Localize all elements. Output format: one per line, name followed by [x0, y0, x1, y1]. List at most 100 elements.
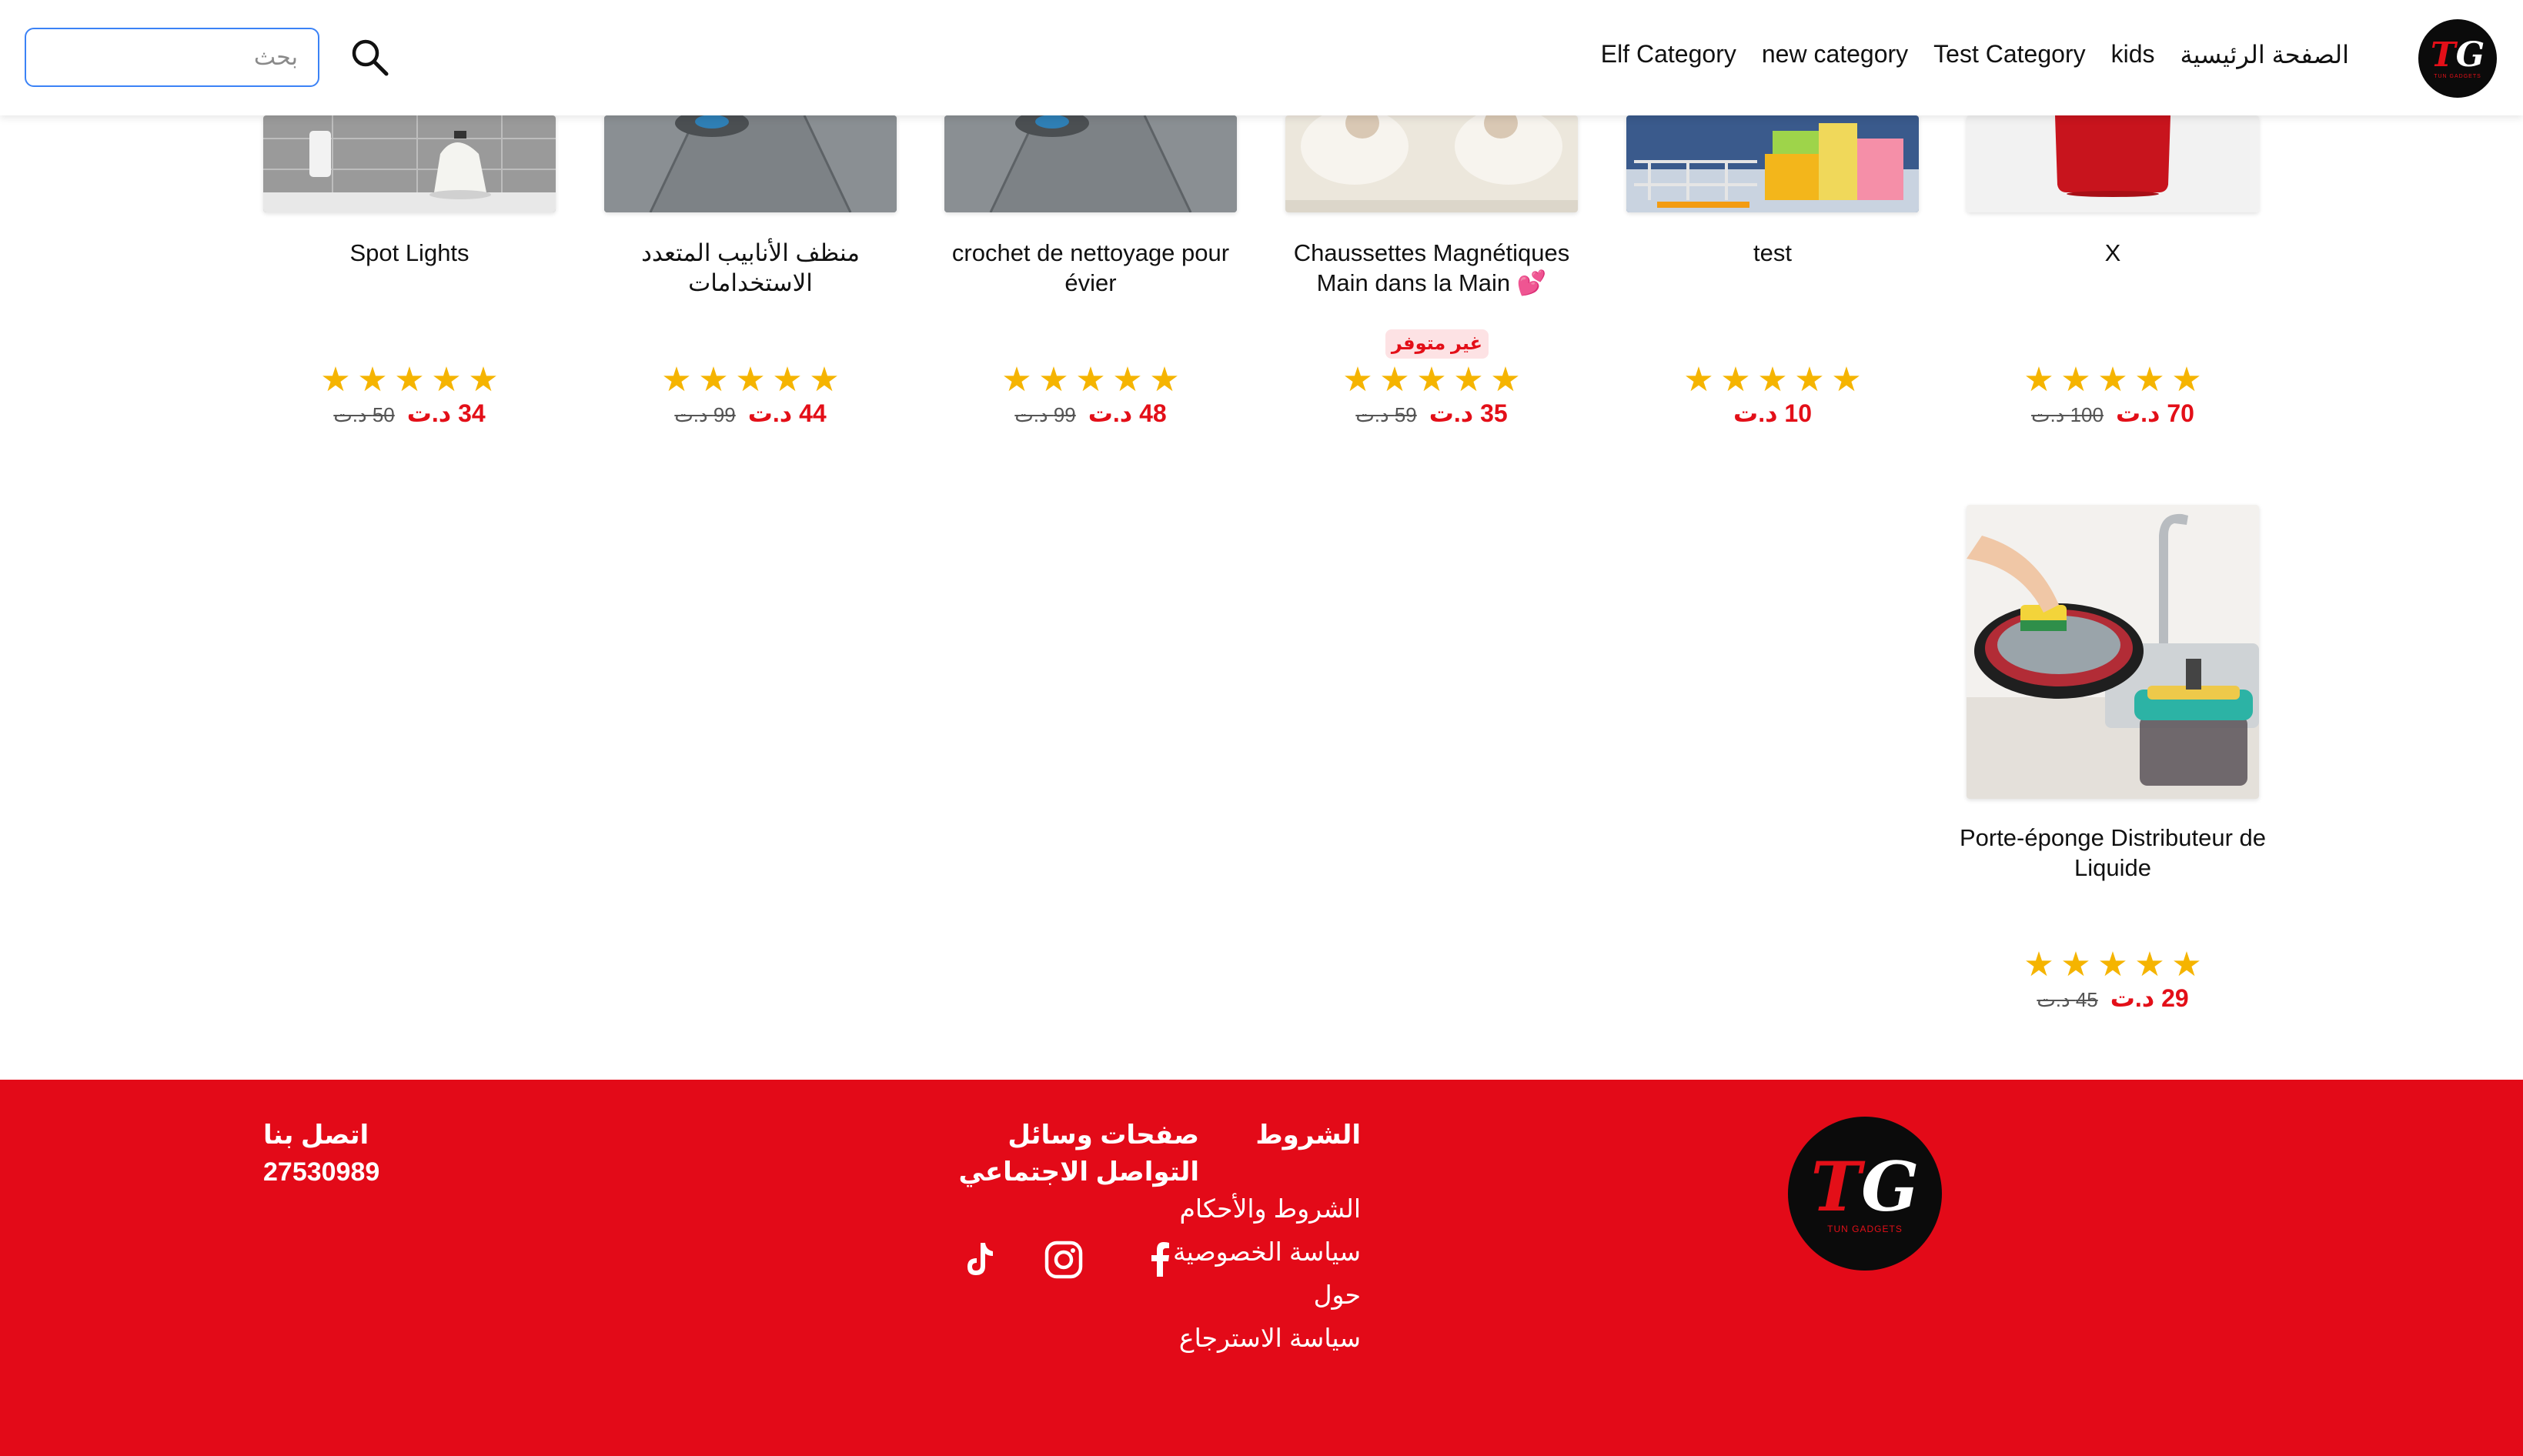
star-icon: ★ — [468, 361, 499, 399]
product-image[interactable] — [1967, 505, 2259, 799]
price-row: 34 د.ت 50 د.ت — [263, 399, 556, 428]
star-icon: ★ — [2134, 946, 2165, 983]
product-name[interactable]: Porte-éponge Distributeur de Liquide — [1959, 823, 2267, 883]
price: 48 د.ت — [1088, 399, 1167, 427]
footer-social-column: صفحات وسائل التواصل الاجتماعي — [937, 1117, 1199, 1191]
footer-link-about[interactable]: حول — [1161, 1274, 1361, 1317]
logo-subtext: TUN GADGETS — [2434, 73, 2481, 79]
star-icon: ★ — [1038, 361, 1069, 399]
price: 10 د.ت — [1733, 399, 1812, 427]
footer-logo[interactable]: TG TUN GADGETS — [1788, 1117, 1942, 1271]
price-row: 29 د.ت 45 د.ت — [1967, 983, 2259, 1013]
footer-contact-column: اتصل بنا 27530989 — [263, 1117, 417, 1191]
search-input[interactable] — [25, 28, 319, 87]
rating-stars: ★ ★ ★ ★ ★ — [1680, 363, 1865, 397]
star-icon: ★ — [1757, 361, 1788, 399]
star-icon: ★ — [2023, 946, 2054, 983]
product-name[interactable]: crochet de nettoyage pour évier — [937, 238, 1245, 298]
footer-link-privacy[interactable]: سياسة الخصوصية — [1161, 1231, 1361, 1274]
product-name[interactable]: Spot Lights — [256, 238, 563, 268]
facebook-icon[interactable] — [1139, 1238, 1182, 1281]
star-icon: ★ — [1490, 361, 1521, 399]
nav-item-elf-category[interactable]: Elf Category — [1601, 40, 1736, 69]
star-icon: ★ — [2171, 946, 2202, 983]
rating-stars: ★ ★ ★ ★ ★ — [2020, 948, 2205, 982]
nav-item-new-category[interactable]: new category — [1762, 40, 1908, 69]
star-icon: ★ — [1379, 361, 1410, 399]
star-icon: ★ — [2023, 361, 2054, 399]
footer-contact-phone[interactable]: 27530989 — [263, 1154, 417, 1191]
footer-link-terms[interactable]: الشروط والأحكام — [1161, 1187, 1361, 1231]
star-icon: ★ — [1683, 361, 1714, 399]
product-image[interactable] — [1285, 115, 1578, 212]
price: 35 د.ت — [1429, 399, 1508, 427]
price-row: 44 د.ت 99 د.ت — [604, 399, 897, 428]
rating-stars: ★ ★ ★ ★ ★ — [658, 363, 843, 397]
product-image[interactable] — [263, 115, 556, 212]
star-icon: ★ — [1112, 361, 1143, 399]
old-price: 45 د.ت — [2037, 988, 2098, 1011]
star-icon: ★ — [1149, 361, 1180, 399]
product-name[interactable]: Chaussettes Magnétiques Main dans la Mai… — [1278, 238, 1586, 298]
star-icon: ★ — [772, 361, 803, 399]
old-price: 100 د.ت — [2031, 403, 2104, 426]
star-icon: ★ — [1075, 361, 1106, 399]
star-icon: ★ — [2134, 361, 2165, 399]
product-name[interactable]: test — [1619, 238, 1927, 268]
price: 29 د.ت — [2110, 984, 2189, 1012]
star-icon: ★ — [1416, 361, 1447, 399]
product-name[interactable]: منظف الأنابيب المتعدد الاستخدامات — [596, 238, 904, 298]
old-price: 99 د.ت — [674, 403, 736, 426]
product-image[interactable] — [944, 115, 1237, 212]
star-icon: ★ — [2060, 361, 2091, 399]
old-price: 50 د.ت — [333, 403, 395, 426]
star-icon: ★ — [1453, 361, 1484, 399]
star-icon: ★ — [394, 361, 425, 399]
product-image[interactable] — [1967, 115, 2259, 212]
star-icon: ★ — [1831, 361, 1862, 399]
star-icon: ★ — [2097, 361, 2128, 399]
star-icon: ★ — [735, 361, 766, 399]
product-image[interactable] — [604, 115, 897, 212]
product-image[interactable] — [1626, 115, 1919, 212]
price: 44 د.ت — [747, 399, 827, 427]
nav-item-kids[interactable]: kids — [2111, 40, 2155, 69]
site-header: TG TUN GADGETS الصفحة الرئيسية kids Test… — [0, 0, 2523, 115]
star-icon: ★ — [357, 361, 388, 399]
nav-item-test-category[interactable]: Test Category — [1933, 40, 2085, 69]
logo-monogram: TG — [1810, 1147, 1920, 1227]
logo-subtext: TUN GADGETS — [1827, 1224, 1903, 1234]
main-nav: الصفحة الرئيسية kids Test Category new c… — [1601, 40, 2349, 69]
star-icon: ★ — [1342, 361, 1373, 399]
star-icon: ★ — [2060, 946, 2091, 983]
old-price: 59 د.ت — [1355, 403, 1417, 426]
price-row: 48 د.ت 99 د.ت — [944, 399, 1237, 428]
rating-stars: ★ ★ ★ ★ ★ — [998, 363, 1183, 397]
old-price: 99 د.ت — [1014, 403, 1076, 426]
footer-link-returns[interactable]: سياسة الاسترجاع — [1161, 1317, 1361, 1360]
star-icon: ★ — [2097, 946, 2128, 983]
instagram-icon[interactable] — [1042, 1238, 1085, 1281]
price-row: 10 د.ت — [1626, 399, 1919, 428]
price: 70 د.ت — [2115, 399, 2194, 427]
price-row: 70 د.ت 100 د.ت — [1967, 399, 2259, 428]
price-row: 35 د.ت 59 د.ت — [1285, 399, 1578, 428]
star-icon: ★ — [1794, 361, 1825, 399]
logo-monogram: TG — [2430, 35, 2485, 75]
star-icon: ★ — [1720, 361, 1751, 399]
site-logo[interactable]: TG TUN GADGETS — [2418, 19, 2497, 98]
nav-item-home[interactable]: الصفحة الرئيسية — [2180, 40, 2350, 69]
star-icon: ★ — [1001, 361, 1032, 399]
footer-contact-title: اتصل بنا — [263, 1120, 369, 1150]
footer-social-title: صفحات وسائل التواصل الاجتماعي — [958, 1120, 1199, 1187]
price: 34 د.ت — [406, 399, 486, 427]
rating-stars: ★ ★ ★ ★ ★ — [2020, 363, 2205, 397]
star-icon: ★ — [2171, 361, 2202, 399]
search-icon[interactable] — [348, 35, 391, 78]
tiktok-icon[interactable] — [957, 1238, 1001, 1281]
star-icon: ★ — [320, 361, 351, 399]
star-icon: ★ — [431, 361, 462, 399]
site-footer: TG TUN GADGETS الشروط الشروط والأحكام سي… — [0, 1080, 2523, 1456]
product-name[interactable]: X — [1959, 238, 2267, 268]
star-icon: ★ — [698, 361, 729, 399]
